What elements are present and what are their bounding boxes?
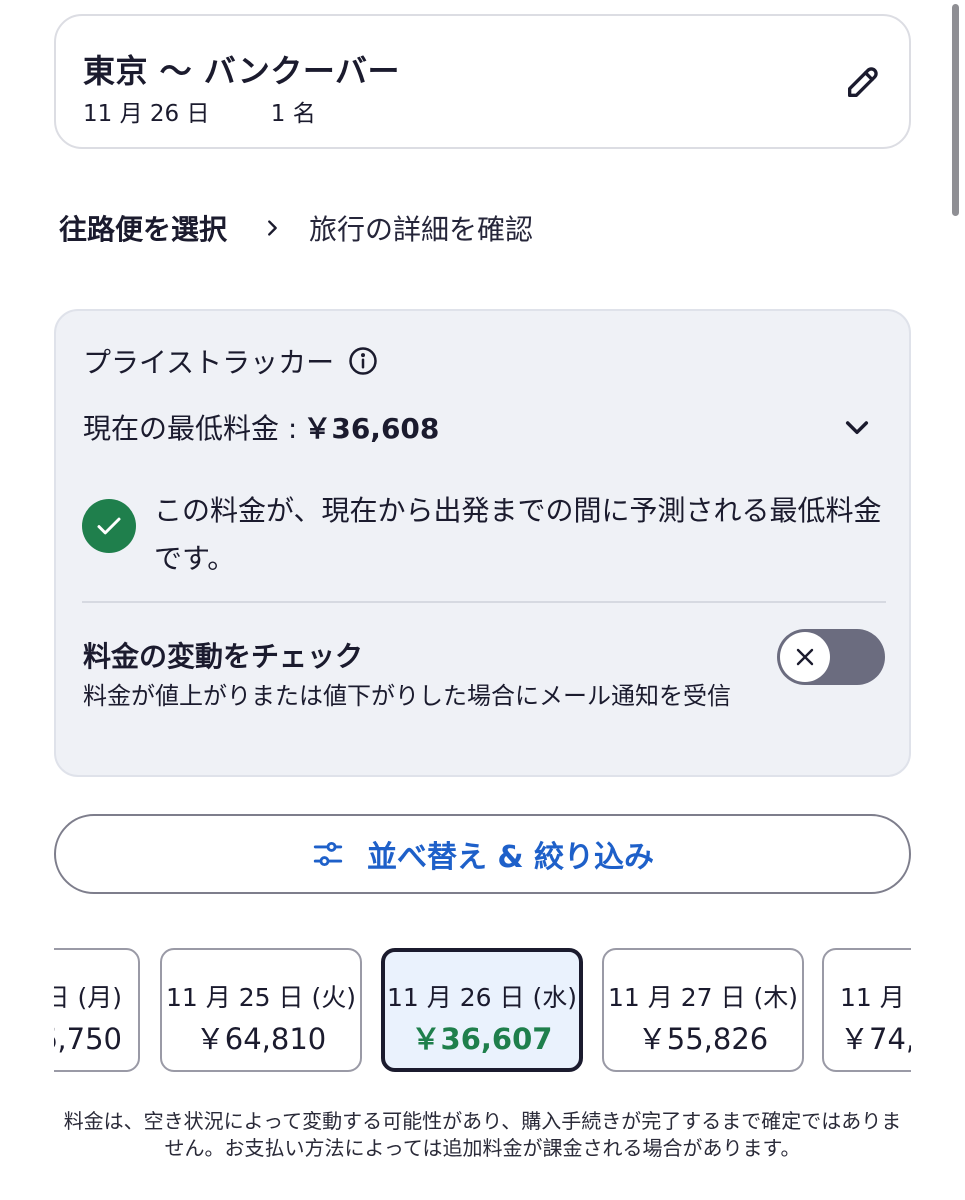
chevron-down-icon[interactable] [841,411,873,443]
lowest-price-label: 現在の最低料金 : [83,412,298,445]
price-watch-toggle[interactable] [777,629,885,685]
sort-filter-button[interactable]: 並べ替え & 絞り込み [54,814,911,894]
toggle-knob [780,632,830,682]
date-price-carousel[interactable]: 11 月 24 日 (月) ￥56,750 11 月 25 日 (火) ￥64,… [54,946,911,1076]
travel-date: 11 月 26 日 [83,101,210,127]
close-icon [796,648,814,666]
passenger-count: 1 名 [270,101,316,127]
date-card-label: 11 月 25 日 (火) [166,983,356,1012]
route-title: 東京 〜 バンクーバー [83,52,401,90]
price-tracker-panel: プライストラッカー 現在の最低料金 : ￥36,608 この料金が、現在から出発ま… [54,309,911,777]
date-card[interactable]: 11 月 28 日 (金) ￥74, [822,948,911,1072]
pencil-icon[interactable] [843,62,883,102]
current-lowest-price: 現在の最低料金 : ￥36,608 [83,407,439,447]
date-card[interactable]: 11 月 25 日 (火) ￥64,810 [160,948,362,1072]
info-icon[interactable] [348,346,378,376]
date-card-price: ￥36,607 [411,1022,553,1056]
date-card-price: ￥64,810 [195,1022,327,1056]
date-card-label: 11 月 27 日 (木) [608,983,798,1012]
date-card-label: 11 月 26 日 (水) [387,983,577,1012]
date-card-price: ￥55,826 [637,1022,769,1056]
date-card[interactable]: 11 月 24 日 (月) ￥56,750 [54,948,140,1072]
lowest-price-value: ￥36,608 [303,412,440,445]
page-scrollbar[interactable] [952,4,959,216]
price-tracker-title: プライストラッカー [83,341,378,381]
price-watch-description: 料金が値上がりまたは値下がりした場合にメール通知を受信 [83,682,731,710]
date-card-label: 11 月 28 日 (金) [840,983,911,1012]
divider [82,601,886,603]
price-disclaimer: 料金は、空き状況によって変動する可能性があり、購入手続きが完了するまで確定ではあ… [63,1109,902,1160]
price-prediction-text: この料金が、現在から出発までの間に予測される最低料金です。 [154,494,882,575]
date-card-price: ￥56,750 [54,1022,122,1056]
breadcrumb-current-step: 往路便を選択 [59,213,228,246]
date-card-selected[interactable]: 11 月 26 日 (水) ￥36,607 [381,948,583,1072]
flight-search-page: 東京 〜 バンクーバー 11 月 26 日 1 名 往路便を選択 旅行の詳細を確… [0,0,965,1200]
chevron-right-icon [268,220,277,236]
booking-breadcrumb: 往路便を選択 旅行の詳細を確認 [59,208,533,248]
search-meta: 11 月 26 日 1 名 [83,94,316,128]
checkmark-icon [82,499,136,553]
sliders-icon [313,841,343,867]
date-card[interactable]: 11 月 27 日 (木) ￥55,826 [602,948,804,1072]
search-summary-card[interactable]: 東京 〜 バンクーバー 11 月 26 日 1 名 [54,14,911,149]
price-tracker-title-text: プライストラッカー [83,346,335,379]
date-card-label: 11 月 24 日 (月) [54,983,122,1012]
breadcrumb-next-step[interactable]: 旅行の詳細を確認 [309,208,533,248]
sort-filter-label: 並べ替え & 絞り込み [366,840,655,875]
date-card-price: ￥74, [840,1022,911,1056]
price-watch-title: 料金の変動をチェック [83,640,364,673]
